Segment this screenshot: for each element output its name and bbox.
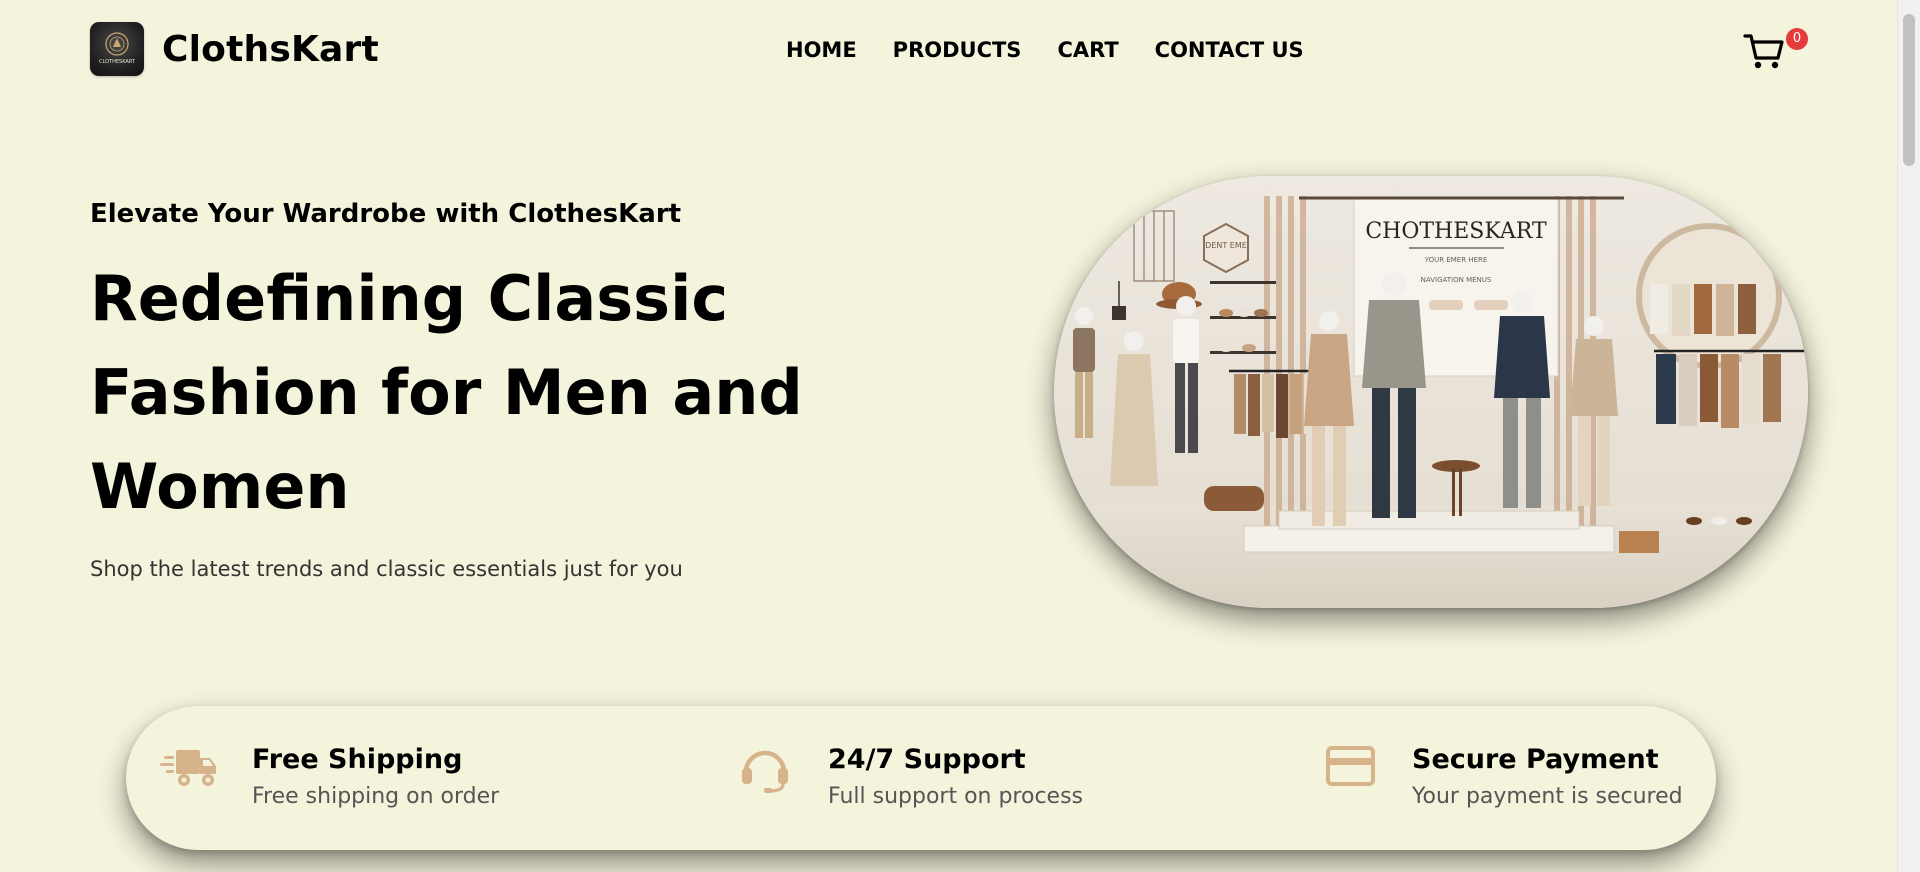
site-header: CLOTHESKART ClothsKart HOME PRODUCTS CAR… — [0, 0, 1898, 100]
cart-icon — [1743, 34, 1784, 69]
hero-eyebrow: Elevate Your Wardrobe with ClothesKart — [90, 199, 682, 229]
feature-desc: Full support on process — [828, 784, 1084, 809]
nav-products[interactable]: PRODUCTS — [893, 36, 1022, 64]
feature-title: Free Shipping — [252, 744, 463, 775]
nav-contact-us[interactable]: CONTACT US — [1155, 36, 1304, 64]
feature-desc: Free shipping on order — [252, 784, 500, 809]
feature-title: Secure Payment — [1412, 744, 1659, 775]
logo-emblem-icon: CLOTHESKART — [99, 32, 136, 65]
truck-icon — [160, 744, 218, 794]
logo-text: CLOTHESKART — [99, 59, 136, 65]
image-sign-sub2: NAVIGATION MENUS — [1421, 276, 1492, 284]
credit-card-icon — [1326, 744, 1376, 792]
hero-title: Redefining Classic Fashion for Men and W… — [90, 262, 803, 523]
store-showroom-illustration: DENT EME CHOTHESKART YOUR EMER HERE NAVI… — [1054, 176, 1808, 608]
image-sign-sub: YOUR EMER HERE — [1424, 256, 1488, 264]
image-sign-text: CHOTHESKART — [1365, 219, 1547, 244]
hero-subtitle: Shop the latest trends and classic essen… — [90, 557, 683, 581]
nav-cart[interactable]: CART — [1057, 36, 1118, 64]
feature-title: 24/7 Support — [828, 744, 1026, 775]
main-nav: HOME PRODUCTS CART CONTACT US — [786, 36, 1340, 64]
feature-desc: Your payment is secured — [1412, 784, 1683, 809]
features-bar: Free Shipping Free shipping on order 24/… — [126, 706, 1716, 850]
cart-count-badge: 0 — [1786, 28, 1808, 50]
cart-button[interactable]: 0 — [1742, 28, 1808, 76]
brand-logo[interactable]: CLOTHESKART — [90, 22, 144, 76]
vertical-scrollbar[interactable] — [1897, 0, 1920, 872]
hero-image: DENT EME CHOTHESKART YOUR EMER HERE NAVI… — [1054, 176, 1808, 608]
image-plaque-text: DENT EME — [1205, 241, 1247, 250]
scrollbar-thumb[interactable] — [1903, 14, 1915, 166]
nav-home[interactable]: HOME — [786, 36, 857, 64]
brand-name[interactable]: ClothsKart — [162, 28, 379, 72]
page: CLOTHESKART ClothsKart HOME PRODUCTS CAR… — [0, 0, 1920, 872]
headset-icon — [740, 744, 790, 798]
